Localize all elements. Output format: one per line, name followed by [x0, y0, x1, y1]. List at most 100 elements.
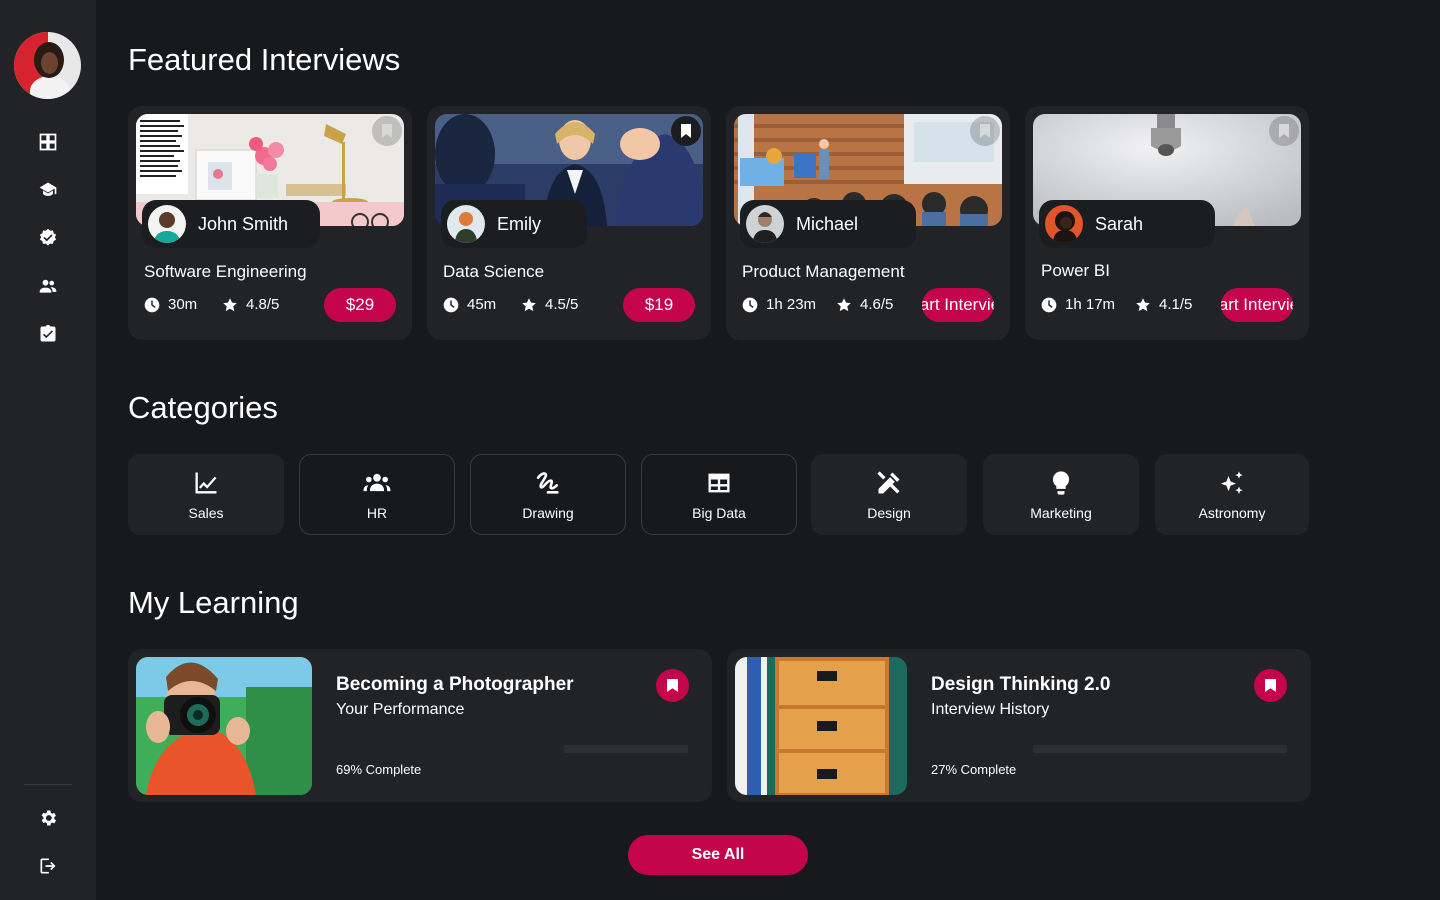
course-subtitle: Interview History — [931, 701, 1050, 718]
duration: 1h 23m — [766, 296, 817, 313]
gesture-icon — [536, 471, 559, 494]
learning-card[interactable] — [727, 649, 1311, 802]
clock-icon — [1041, 297, 1057, 312]
category-astronomy[interactable]: Astronomy — [1155, 454, 1309, 535]
bookmark-button[interactable] — [970, 116, 1000, 146]
interview-meta: 1h 17m 4.1/5 — [1041, 296, 1192, 313]
category-label: Marketing — [1030, 504, 1092, 521]
bookmark-button[interactable] — [671, 116, 701, 146]
star-icon — [522, 297, 536, 311]
bookmark-icon — [1279, 124, 1289, 138]
bookmark-button[interactable] — [1269, 116, 1299, 146]
author-avatar — [447, 205, 485, 243]
categories-title: Categories — [128, 390, 278, 425]
course-title: Becoming a Photographer — [336, 674, 574, 695]
progress-fill — [1033, 745, 1102, 753]
category-label: Sales — [188, 504, 224, 521]
author-avatar — [1045, 205, 1083, 243]
rating: 4.6/5 — [860, 296, 894, 313]
bookmark-button[interactable] — [372, 116, 402, 146]
progress-label: 27% Complete — [931, 762, 1017, 777]
clock-icon — [144, 297, 160, 312]
sidebar — [0, 0, 96, 900]
rating: 4.8/5 — [246, 296, 280, 313]
category-hr[interactable]: HR — [299, 454, 455, 535]
design-tools-icon — [877, 470, 900, 493]
logout-icon[interactable] — [36, 854, 60, 878]
user-avatar[interactable] — [14, 32, 81, 99]
settings-icon[interactable] — [36, 806, 60, 830]
category-label: HR — [366, 504, 388, 521]
author-name: Sarah — [1095, 213, 1144, 234]
star-icon — [1136, 297, 1150, 311]
start-interview-button[interactable]: Start Interview — [922, 288, 994, 322]
price-button[interactable]: $19 — [623, 288, 695, 322]
category-big-data[interactable]: Big Data — [641, 454, 797, 535]
progress-label: 69% Complete — [336, 762, 422, 777]
category-label: Design — [867, 504, 911, 521]
course-image — [735, 657, 907, 795]
see-all-button[interactable]: See All — [628, 835, 808, 875]
interview-title: Power BI — [1041, 261, 1110, 280]
featured-title: Featured Interviews — [128, 42, 401, 77]
interview-meta: 30m 4.8/5 — [144, 296, 279, 313]
featured-card[interactable]: Michael Product Management 1h 23m 4.6/5 … — [726, 106, 1010, 340]
dashboard-icon[interactable] — [36, 130, 60, 154]
duration: 30m — [168, 296, 198, 313]
author-avatar — [148, 205, 186, 243]
author-chip[interactable]: Emily — [441, 200, 587, 248]
people-icon[interactable] — [36, 274, 60, 298]
price-button[interactable]: $29 — [324, 288, 396, 322]
author-chip[interactable]: Sarah — [1039, 200, 1215, 248]
bookmark-icon — [980, 124, 990, 138]
star-icon — [223, 297, 237, 311]
bookmark-icon — [1265, 679, 1276, 692]
duration: 1h 17m — [1065, 296, 1116, 313]
bookmark-icon — [382, 124, 392, 138]
sidebar-divider — [24, 784, 72, 785]
category-design[interactable]: Design — [811, 454, 967, 535]
assignment-icon[interactable] — [36, 322, 60, 346]
bookmark-icon — [681, 124, 691, 138]
sparkles-icon — [1220, 470, 1243, 494]
learning-card[interactable] — [128, 649, 712, 802]
progress-fill — [564, 745, 650, 753]
category-drawing[interactable]: Drawing — [470, 454, 626, 535]
progress-bar — [1033, 745, 1287, 753]
rating: 4.1/5 — [1159, 296, 1193, 313]
bookmark-icon — [667, 679, 678, 692]
interview-title: Software Engineering — [144, 262, 307, 281]
lightbulb-icon — [1052, 470, 1070, 495]
author-name: Emily — [497, 213, 541, 234]
bookmark-button[interactable] — [656, 669, 689, 702]
groups-icon — [363, 473, 391, 491]
author-chip[interactable]: Michael — [740, 200, 916, 248]
category-label: Drawing — [522, 504, 574, 521]
category-marketing[interactable]: Marketing — [983, 454, 1139, 535]
category-label: Big Data — [692, 504, 746, 521]
school-icon[interactable] — [36, 178, 60, 202]
interview-meta: 45m 4.5/5 — [443, 296, 578, 313]
interview-meta: 1h 23m 4.6/5 — [742, 296, 893, 313]
interview-title: Data Science — [443, 262, 545, 281]
interview-title: Product Management — [742, 262, 905, 281]
author-avatar — [746, 205, 784, 243]
featured-card[interactable]: Sarah Power BI 1h 17m 4.1/5 Start Interv… — [1025, 106, 1309, 340]
rating: 4.5/5 — [545, 296, 579, 313]
featured-card[interactable]: Emily Data Science 45m 4.5/5 $19 — [427, 106, 711, 340]
star-icon — [837, 297, 851, 311]
start-interview-button[interactable]: Start Interview — [1221, 288, 1293, 322]
author-chip[interactable]: John Smith — [142, 200, 320, 248]
clock-icon — [742, 297, 758, 312]
verified-icon[interactable] — [36, 226, 60, 250]
table-icon — [708, 473, 730, 492]
clock-icon — [443, 297, 459, 312]
chart-line-icon — [195, 472, 217, 493]
bookmark-button[interactable] — [1254, 669, 1287, 702]
author-name: John Smith — [198, 213, 289, 234]
duration: 45m — [467, 296, 497, 313]
author-name: Michael — [796, 213, 859, 234]
category-sales[interactable]: Sales — [128, 454, 284, 535]
featured-card[interactable]: John Smith Software Engineering 30m 4.8/… — [128, 106, 412, 340]
course-subtitle: Your Performance — [336, 701, 465, 718]
